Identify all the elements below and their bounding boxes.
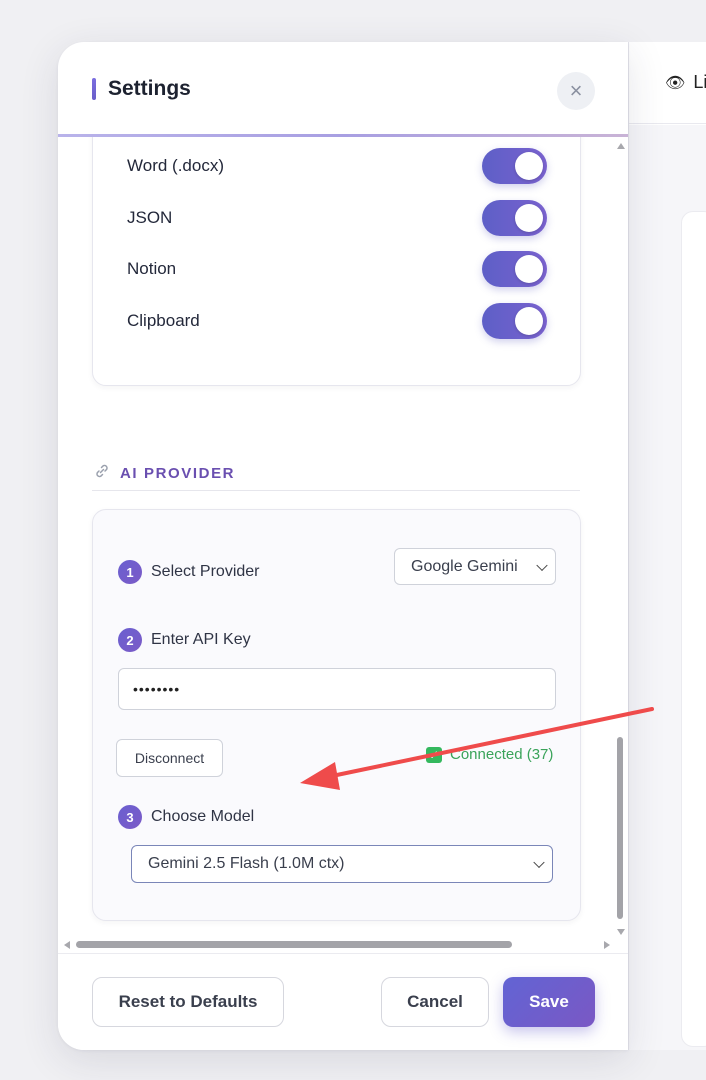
step-number: 3	[118, 805, 142, 829]
step-number: 2	[118, 628, 142, 652]
close-icon: ×	[569, 78, 583, 103]
ai-provider-heading: AI PROVIDER	[94, 459, 580, 487]
background-body	[629, 125, 706, 1050]
provider-select[interactable]: Google Gemini	[394, 548, 556, 585]
connection-status: ✓ Connected (37)	[426, 746, 553, 763]
toggle-switch-json[interactable]	[482, 200, 547, 236]
api-key-input[interactable]: ••••••••	[118, 668, 556, 710]
toggle-knob	[515, 152, 543, 180]
export-formats-card: Word (.docx) JSON Notion Clipboard	[92, 137, 581, 386]
settings-modal: Settings × Word (.docx) JSON Notion Clip…	[58, 42, 628, 1050]
scroll-right-arrow-icon[interactable]	[604, 941, 610, 949]
step-label: Choose Model	[151, 808, 255, 825]
scroll-left-arrow-icon[interactable]	[64, 941, 70, 949]
status-text: Connected (37)	[450, 746, 554, 763]
toggle-label: Word (.docx)	[127, 156, 224, 175]
save-button[interactable]: Save	[503, 977, 595, 1027]
toggle-label: JSON	[127, 208, 173, 227]
disconnect-button[interactable]: Disconnect	[116, 739, 223, 777]
step-enter-api-key: 2 Enter API Key	[118, 628, 251, 652]
background-header: 👁 Li	[629, 42, 706, 124]
toggle-knob	[515, 255, 543, 283]
background-panel: 👁 Li	[628, 42, 706, 1050]
chevron-down-icon	[533, 856, 545, 869]
api-key-value: ••••••••	[133, 681, 181, 697]
modal-title: Settings	[108, 77, 191, 100]
provider-select-value: Google Gemini	[411, 557, 518, 575]
step-number: 1	[118, 560, 142, 584]
scroll-up-arrow-icon[interactable]	[617, 143, 625, 149]
toggle-switch-word[interactable]	[482, 148, 547, 184]
toggle-row-notion: Notion	[127, 249, 547, 289]
step-select-provider: 1 Select Provider	[118, 560, 260, 584]
close-button[interactable]: ×	[557, 72, 595, 110]
reset-defaults-button[interactable]: Reset to Defaults	[92, 977, 284, 1027]
toggle-row-clipboard: Clipboard	[127, 301, 547, 341]
toggle-row-json: JSON	[127, 198, 547, 238]
toggle-knob	[515, 307, 543, 335]
eye-icon: 👁	[665, 74, 686, 92]
model-select-value: Gemini 2.5 Flash (1.0M ctx)	[148, 855, 345, 872]
step-label: Select Provider	[151, 563, 260, 580]
chevron-down-icon	[536, 559, 548, 571]
toggle-switch-clipboard[interactable]	[482, 303, 547, 339]
vertical-scrollbar-thumb[interactable]	[617, 737, 623, 919]
section-divider	[92, 490, 580, 491]
step-label: Enter API Key	[151, 631, 251, 648]
toggle-switch-notion[interactable]	[482, 251, 547, 287]
modal-footer: Reset to Defaults Cancel Save	[58, 953, 628, 1050]
background-header-text: Li	[693, 72, 706, 92]
check-icon: ✓	[426, 746, 442, 763]
scroll-down-arrow-icon[interactable]	[617, 929, 625, 935]
toggle-row-word: Word (.docx)	[127, 146, 547, 186]
horizontal-scrollbar[interactable]	[58, 937, 628, 951]
model-select[interactable]: Gemini 2.5 Flash (1.0M ctx)	[131, 845, 553, 883]
title-accent-bar	[92, 78, 96, 100]
toggle-label: Notion	[127, 259, 177, 278]
background-card	[681, 211, 706, 1047]
section-heading-label: AI PROVIDER	[120, 464, 236, 482]
link-icon	[94, 463, 110, 483]
cancel-button[interactable]: Cancel	[381, 977, 489, 1027]
ai-provider-card: 1 Select Provider Google Gemini 2 Enter …	[92, 509, 581, 921]
step-choose-model: 3 Choose Model	[118, 805, 254, 829]
toggle-knob	[515, 204, 543, 232]
modal-header: Settings	[58, 42, 628, 136]
toggle-label: Clipboard	[127, 311, 200, 330]
settings-scroll-area[interactable]: Word (.docx) JSON Notion Clipboard AI PR…	[58, 137, 628, 955]
horizontal-scrollbar-thumb[interactable]	[76, 941, 512, 948]
